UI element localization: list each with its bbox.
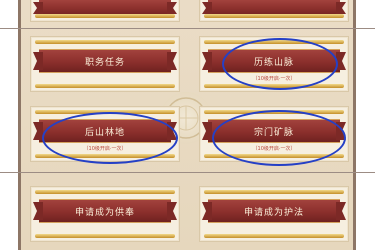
game-menu-screen: 职务任务 历练山脉 （10级开启·一次） 后山林地 （10级开启·一次） 宗门矿…: [0, 0, 375, 250]
banner-ribbon: 后山林地: [39, 119, 171, 143]
menu-card-top-left[interactable]: [30, 0, 180, 22]
card-label: 历练山脉: [253, 57, 294, 68]
gold-scroll-ornament-icon: [204, 190, 344, 194]
gold-scroll-ornament-icon: [204, 84, 344, 88]
section-divider-bottom: [0, 172, 375, 173]
card-label: 后山林地: [84, 127, 125, 138]
gold-scroll-ornament-icon: [35, 154, 175, 158]
gold-scroll-ornament-icon: [204, 154, 344, 158]
gold-scroll-ornament-icon: [204, 234, 344, 238]
duty-task-button[interactable]: 职务任务: [30, 36, 180, 92]
card-label: 申请成为供奉: [74, 207, 135, 218]
sect-mine-button[interactable]: 宗门矿脉 （10级开启·一次）: [199, 106, 349, 162]
banner-ribbon: 历练山脉: [208, 49, 340, 73]
gold-scroll-ornament-icon: [35, 234, 175, 238]
panel-right-border: [353, 0, 356, 250]
unlock-note: （10级开启·一次）: [252, 146, 296, 152]
section-divider-top: [0, 28, 375, 29]
back-mountain-forest-button[interactable]: 后山林地 （10级开启·一次）: [30, 106, 180, 162]
unlock-note: （10级开启·一次）: [252, 76, 296, 82]
gold-scroll-ornament-icon: [35, 40, 175, 44]
gold-scroll-ornament-icon: [204, 110, 344, 114]
apply-protector-button[interactable]: 申请成为护法: [199, 186, 349, 242]
card-label: 申请成为护法: [243, 207, 304, 218]
card-label: 宗门矿脉: [253, 127, 294, 138]
banner-ribbon: 宗门矿脉: [208, 119, 340, 143]
banner-ribbon: 申请成为护法: [208, 199, 340, 223]
gold-scroll-ornament-icon: [204, 40, 344, 44]
banner-ribbon: 申请成为供奉: [39, 199, 171, 223]
gold-scroll-ornament-icon: [35, 190, 175, 194]
mountain-vein-button[interactable]: 历练山脉 （10级开启·一次）: [199, 36, 349, 92]
panel-left-border: [18, 0, 21, 250]
apply-offering-button[interactable]: 申请成为供奉: [30, 186, 180, 242]
gold-scroll-ornament-icon: [204, 14, 344, 18]
gold-scroll-ornament-icon: [35, 110, 175, 114]
gold-scroll-ornament-icon: [35, 14, 175, 18]
gold-scroll-ornament-icon: [35, 84, 175, 88]
unlock-note: （10级开启·一次）: [83, 146, 127, 152]
menu-card-top-right[interactable]: [199, 0, 349, 22]
card-label: 职务任务: [84, 57, 125, 68]
banner-ribbon: 职务任务: [39, 49, 171, 73]
